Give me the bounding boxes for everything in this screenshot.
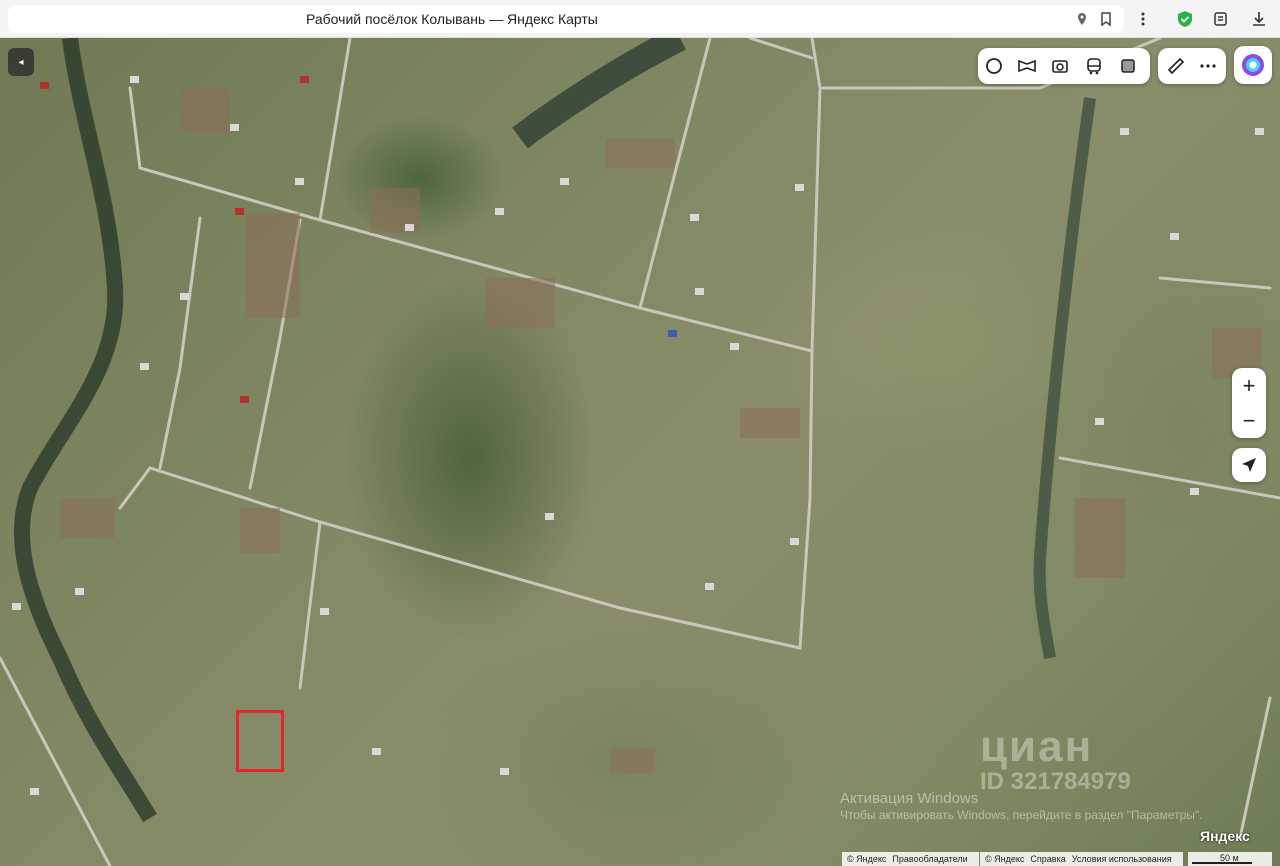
house bbox=[140, 363, 149, 370]
land-plot bbox=[1075, 498, 1125, 578]
house bbox=[690, 214, 699, 221]
zoom-controls: + − bbox=[1232, 368, 1266, 438]
page-title: Рабочий посёлок Колывань — Яндекс Карты bbox=[306, 11, 598, 27]
house bbox=[1095, 418, 1104, 425]
menu-dots-icon[interactable] bbox=[1134, 10, 1152, 28]
land-plot bbox=[245, 213, 300, 318]
help-link[interactable]: Справка bbox=[1030, 854, 1065, 864]
rights-holders-link[interactable]: Правообладатели bbox=[892, 854, 967, 864]
house bbox=[695, 288, 704, 295]
copyright-text: © Яндекс bbox=[985, 854, 1025, 864]
house bbox=[795, 184, 804, 191]
panorama-icon[interactable] bbox=[1015, 54, 1039, 78]
navigation-arrow-icon bbox=[1242, 458, 1256, 472]
house bbox=[500, 768, 509, 775]
house bbox=[130, 76, 139, 83]
ruler-icon[interactable] bbox=[1164, 54, 1188, 78]
address-bar[interactable]: Рабочий посёлок Колывань — Яндекс Карты bbox=[8, 5, 1124, 33]
traffic-icon[interactable] bbox=[982, 54, 1006, 78]
house bbox=[295, 178, 304, 185]
property-marker bbox=[236, 710, 284, 772]
house bbox=[320, 608, 329, 615]
copyright-text: © Яндекс bbox=[847, 854, 887, 864]
house bbox=[790, 538, 799, 545]
shield-icon[interactable] bbox=[1176, 10, 1194, 28]
camera-icon[interactable] bbox=[1048, 54, 1072, 78]
cian-watermark: циан bbox=[980, 722, 1094, 771]
land-plot bbox=[605, 138, 675, 168]
house bbox=[40, 82, 49, 89]
yandex-logo: Яндекс bbox=[1200, 828, 1250, 844]
transit-icon[interactable] bbox=[1082, 54, 1106, 78]
house bbox=[240, 396, 249, 403]
land-plot bbox=[60, 498, 115, 538]
house bbox=[705, 583, 714, 590]
house bbox=[1190, 488, 1199, 495]
download-icon[interactable] bbox=[1250, 10, 1268, 28]
windows-activation-text: Чтобы активировать Windows, перейдите в … bbox=[840, 808, 1203, 822]
house bbox=[372, 748, 381, 755]
land-plot bbox=[740, 408, 800, 438]
house bbox=[300, 76, 309, 83]
windows-activation-title: Активация Windows bbox=[840, 790, 979, 807]
house bbox=[230, 124, 239, 131]
land-plot bbox=[485, 278, 555, 328]
house bbox=[1170, 233, 1179, 240]
more-icon[interactable] bbox=[1196, 54, 1220, 78]
tools-controls bbox=[1158, 48, 1226, 84]
zoom-in-button[interactable]: + bbox=[1232, 368, 1266, 403]
my-location-button[interactable] bbox=[1232, 448, 1266, 482]
collapse-sidebar-button[interactable]: ◂ bbox=[8, 48, 34, 76]
layer-controls bbox=[978, 48, 1150, 84]
house bbox=[405, 224, 414, 231]
house bbox=[75, 588, 84, 595]
copyright-right: © Яндекс Справка Условия использования bbox=[980, 852, 1183, 866]
cian-watermark-id: ID 321784979 bbox=[980, 768, 1131, 795]
scale-bar bbox=[1192, 862, 1252, 864]
house bbox=[30, 788, 39, 795]
house bbox=[1120, 128, 1129, 135]
extensions-icon[interactable] bbox=[1212, 10, 1230, 28]
house bbox=[1255, 128, 1264, 135]
location-pin-icon[interactable] bbox=[1074, 11, 1090, 27]
land-plot bbox=[240, 508, 280, 553]
zoom-out-button[interactable]: − bbox=[1232, 403, 1266, 438]
alice-assistant-icon[interactable] bbox=[1234, 46, 1272, 84]
land-plot bbox=[180, 88, 230, 133]
house bbox=[730, 343, 739, 350]
layers-icon[interactable] bbox=[1116, 54, 1140, 78]
land-plot bbox=[610, 748, 655, 773]
house bbox=[235, 208, 244, 215]
house bbox=[668, 330, 677, 337]
browser-titlebar: Рабочий посёлок Колывань — Яндекс Карты bbox=[0, 0, 1280, 38]
satellite-map[interactable]: ◂ + − циан ID 321784979 Активация Window… bbox=[0, 38, 1280, 866]
terms-link[interactable]: Условия использования bbox=[1072, 854, 1172, 864]
house bbox=[12, 603, 21, 610]
house bbox=[180, 293, 189, 300]
house bbox=[545, 513, 554, 520]
house bbox=[560, 178, 569, 185]
house bbox=[495, 208, 504, 215]
map-scale: 50 м bbox=[1188, 852, 1272, 866]
bookmark-icon[interactable] bbox=[1098, 11, 1114, 27]
copyright-left: © Яндекс Правообладатели bbox=[842, 852, 979, 866]
